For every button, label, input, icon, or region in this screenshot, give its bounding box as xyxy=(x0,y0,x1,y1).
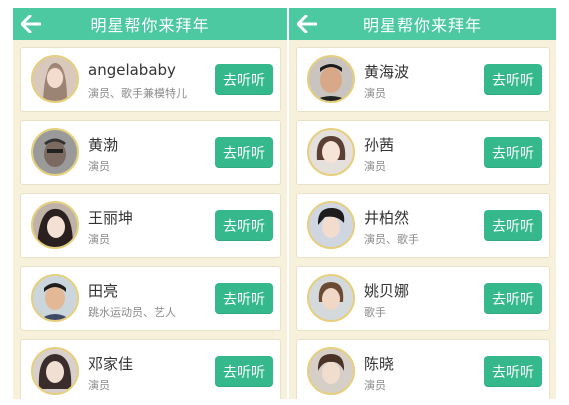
page-title: 明星帮你来拜年 xyxy=(362,16,482,35)
celebrity-name: 姚贝娜 xyxy=(364,282,410,300)
celebrity-name: 黄渤 xyxy=(88,136,119,154)
list-item: 田亮 跳水运动员、艺人 去听听 xyxy=(20,266,281,331)
avatar xyxy=(307,347,355,395)
avatar xyxy=(31,55,79,103)
avatar xyxy=(31,274,79,322)
back-arrow-icon[interactable] xyxy=(297,15,317,33)
listen-button[interactable]: 去听听 xyxy=(215,283,273,314)
list-item: 姚贝娜 歌手 去听听 xyxy=(296,266,550,331)
listen-button[interactable]: 去听听 xyxy=(215,137,273,168)
avatar xyxy=(307,201,355,249)
celebrity-name: 井柏然 xyxy=(364,209,410,227)
celebrity-name: 田亮 xyxy=(88,282,119,300)
avatar xyxy=(307,274,355,322)
celebrity-name: 陈晓 xyxy=(364,355,395,373)
back-arrow-icon[interactable] xyxy=(21,15,41,33)
celebrity-role: 演员 xyxy=(364,160,386,173)
list-item: 孙茜 演员 去听听 xyxy=(296,120,550,185)
right-panel: 明星帮你来拜年 黄海波 演员 去听听 孙茜 演员 去听听 井柏然 演员、歌手 去… xyxy=(289,8,556,399)
list-item: 王丽坤 演员 去听听 xyxy=(20,193,281,258)
list-item: 陈晓 演员 去听听 xyxy=(296,339,550,399)
list-item: 黄海波 演员 去听听 xyxy=(296,47,550,112)
listen-button[interactable]: 去听听 xyxy=(215,210,273,241)
header: 明星帮你来拜年 xyxy=(13,8,287,40)
celebrity-role: 跳水运动员、艺人 xyxy=(88,306,176,319)
celebrity-name: 孙茜 xyxy=(364,136,395,154)
celebrity-list: angelababy 演员、歌手兼模特儿 去听听 黄渤 演员 去听听 王丽坤 演… xyxy=(13,40,287,399)
celebrity-role: 演员、歌手兼模特儿 xyxy=(88,87,187,100)
avatar xyxy=(307,55,355,103)
listen-button[interactable]: 去听听 xyxy=(484,137,542,168)
avatar xyxy=(31,128,79,176)
page-title: 明星帮你来拜年 xyxy=(90,16,210,35)
celebrity-role: 演员、歌手 xyxy=(364,233,419,246)
celebrity-name: 邓家佳 xyxy=(88,355,134,373)
listen-button[interactable]: 去听听 xyxy=(215,64,273,95)
celebrity-role: 演员 xyxy=(88,379,110,392)
avatar xyxy=(307,128,355,176)
list-item: 黄渤 演员 去听听 xyxy=(20,120,281,185)
listen-button[interactable]: 去听听 xyxy=(484,283,542,314)
celebrity-list: 黄海波 演员 去听听 孙茜 演员 去听听 井柏然 演员、歌手 去听听 姚贝娜 歌… xyxy=(289,40,556,399)
celebrity-role: 演员 xyxy=(88,233,110,246)
celebrity-role: 演员 xyxy=(364,87,386,100)
listen-button[interactable]: 去听听 xyxy=(215,356,273,387)
list-item: 井柏然 演员、歌手 去听听 xyxy=(296,193,550,258)
listen-button[interactable]: 去听听 xyxy=(484,210,542,241)
header: 明星帮你来拜年 xyxy=(289,8,556,40)
left-panel: 明星帮你来拜年 angelababy 演员、歌手兼模特儿 去听听 黄渤 演员 去… xyxy=(13,8,287,399)
listen-button[interactable]: 去听听 xyxy=(484,356,542,387)
avatar xyxy=(31,201,79,249)
celebrity-role: 演员 xyxy=(88,160,110,173)
celebrity-role: 演员 xyxy=(364,379,386,392)
listen-button[interactable]: 去听听 xyxy=(484,64,542,95)
celebrity-role: 歌手 xyxy=(364,306,386,319)
celebrity-name: 王丽坤 xyxy=(88,209,134,227)
avatar xyxy=(31,347,79,395)
celebrity-name: angelababy xyxy=(88,61,176,79)
celebrity-name: 黄海波 xyxy=(364,63,410,81)
list-item: angelababy 演员、歌手兼模特儿 去听听 xyxy=(20,47,281,112)
list-item: 邓家佳 演员 去听听 xyxy=(20,339,281,399)
